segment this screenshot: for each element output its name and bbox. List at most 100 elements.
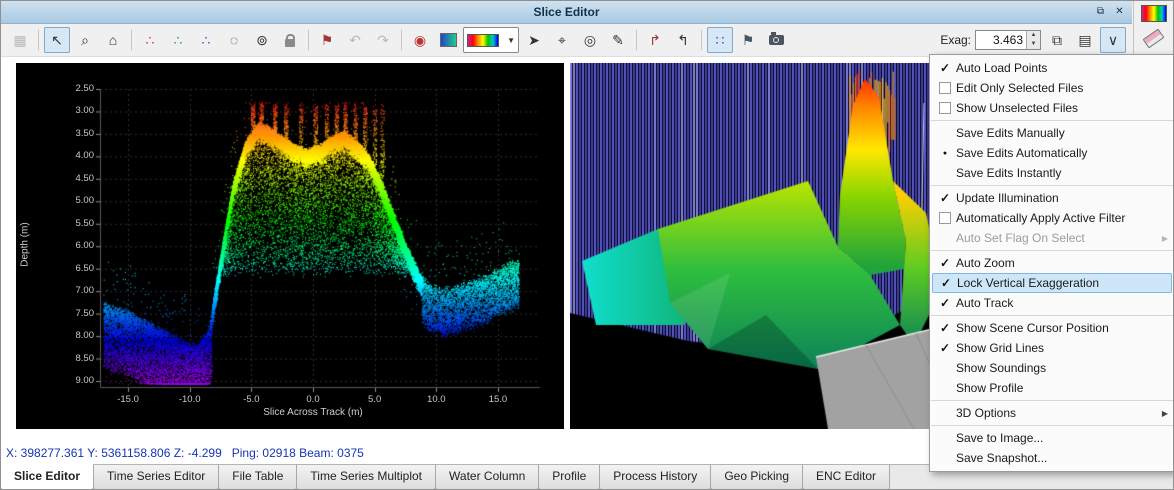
tab-file-table[interactable]: File Table — [218, 465, 297, 490]
save-view-icon: ▤ — [1078, 33, 1091, 47]
tab-slice-editor[interactable]: Slice Editor — [0, 464, 94, 490]
menu-item-label: Automatically Apply Active Filter — [956, 211, 1168, 225]
toolbar-separator — [131, 30, 132, 50]
menu-item-show-grid-lines[interactable]: ✓Show Grid Lines — [930, 338, 1174, 358]
float-window-button[interactable]: ⧉ — [1092, 4, 1109, 19]
menu-item-show-soundings[interactable]: Show Soundings — [930, 358, 1174, 378]
pick-point-button[interactable]: ➤ — [521, 27, 547, 53]
pick-area-button[interactable]: ⌖ — [549, 27, 575, 53]
y-tick-label: 7.00 — [60, 285, 94, 296]
flag-tool-button[interactable]: ⚑ — [314, 27, 340, 53]
menu-item-lock-vertical-exaggeration[interactable]: ✓Lock Vertical Exaggeration — [932, 273, 1172, 293]
exag-spinbox[interactable]: 3.463 ▲ ▼ — [975, 30, 1041, 50]
x-axis-label: Slice Across Track (m) — [233, 407, 393, 418]
slice-2d-panel: Depth (m) Slice Across Track (m) 2.503.0… — [16, 63, 564, 429]
y-tick-label: 8.00 — [60, 330, 94, 341]
grow-selection-button[interactable]: ⊚ — [249, 27, 275, 53]
menu-separator — [931, 185, 1173, 186]
copy-view-button[interactable]: ⧉ — [1044, 27, 1070, 53]
slice-menu-button[interactable]: ∨ — [1100, 27, 1126, 53]
menu-item-edit-only-selected-files[interactable]: Edit Only Selected Files — [930, 78, 1174, 98]
menu-item-label: Update Illumination — [956, 191, 1168, 205]
menu-item-auto-track[interactable]: ✓Auto Track — [930, 293, 1174, 313]
colormap-mini-button[interactable] — [435, 27, 461, 53]
menu-item-show-scene-cursor-position[interactable]: ✓Show Scene Cursor Position — [930, 318, 1174, 338]
menu-item-label: Save Edits Instantly — [956, 166, 1168, 180]
y-axis-label: Depth (m) — [20, 170, 31, 320]
exag-decrement-button[interactable]: ▼ — [1027, 40, 1040, 49]
menu-item-show-unselected-files[interactable]: Show Unselected Files — [930, 98, 1174, 118]
accept-points-icon: ∴ — [174, 33, 183, 47]
pick-point-icon: ➤ — [528, 33, 540, 47]
checkbox-empty-icon — [934, 102, 956, 114]
menu-item-label: Auto Zoom — [956, 256, 1168, 270]
lasso-select-icon: ◌ — [230, 33, 238, 47]
copy-view-icon: ⧉ — [1052, 33, 1062, 47]
show-flags-button[interactable]: ⚑ — [735, 27, 761, 53]
measure-button[interactable]: ✎ — [605, 27, 631, 53]
add-sounding-button[interactable]: ◉ — [407, 27, 433, 53]
zoom-button[interactable]: ⌕ — [72, 27, 98, 53]
exag-increment-button[interactable]: ▲ — [1027, 31, 1040, 40]
menu-item-update-illumination[interactable]: ✓Update Illumination — [930, 188, 1174, 208]
exag-label: Exag: — [940, 33, 971, 47]
colormap-gradient-icon — [467, 34, 499, 47]
right-edge-strip — [1133, 1, 1174, 57]
menu-item-auto-zoom[interactable]: ✓Auto Zoom — [930, 253, 1174, 273]
y-tick-label: 4.50 — [60, 173, 94, 184]
y-tick-label: 9.00 — [60, 375, 94, 386]
checkbox-empty-icon — [934, 82, 956, 94]
menu-item-show-profile[interactable]: Show Profile — [930, 378, 1174, 398]
step-back-icon: ↰ — [677, 33, 689, 47]
y-tick-label: 5.50 — [60, 218, 94, 229]
x-tick-label: -15.0 — [110, 394, 146, 405]
menu-item-save-edits-automatically[interactable]: ●Save Edits Automatically — [930, 143, 1174, 163]
menu-item-automatically-apply-active-filter[interactable]: Automatically Apply Active Filter — [930, 208, 1174, 228]
tab-enc-editor[interactable]: ENC Editor — [802, 465, 890, 490]
highlight-point-button[interactable]: ◎ — [577, 27, 603, 53]
pick-area-icon: ⌖ — [558, 33, 566, 47]
tab-time-series-editor[interactable]: Time Series Editor — [93, 465, 219, 490]
menu-item-save-snapshot[interactable]: Save Snapshot... — [930, 448, 1174, 468]
menu-item-label: Edit Only Selected Files — [956, 81, 1168, 95]
main-toolbar: ▦↖⌕⌂∴∴∴◌⊚⚑↶↷◉▼➤⌖◎✎↱↰∷⚑ Exag: 3.463 ▲ ▼ ⧉… — [1, 24, 1132, 57]
restore-points-button[interactable]: ∴ — [193, 27, 219, 53]
show-soundings-button[interactable]: ∷ — [707, 27, 733, 53]
tab-process-history[interactable]: Process History — [599, 465, 711, 490]
colormap-panel-icon[interactable] — [1141, 5, 1167, 22]
menu-item-save-edits-instantly[interactable]: Save Edits Instantly — [930, 163, 1174, 183]
home-view-icon: ⌂ — [109, 33, 117, 47]
reject-points-button[interactable]: ∴ — [137, 27, 163, 53]
select-cursor-button[interactable]: ↖ — [44, 27, 70, 53]
tab-profile[interactable]: Profile — [538, 465, 600, 490]
eraser-panel-icon[interactable] — [1143, 29, 1165, 49]
home-view-button[interactable]: ⌂ — [100, 27, 126, 53]
menu-item-auto-load-points[interactable]: ✓Auto Load Points — [930, 58, 1174, 78]
show-flags-icon: ⚑ — [742, 33, 755, 47]
add-sounding-icon: ◉ — [414, 33, 426, 47]
menu-item-3d-options[interactable]: 3D Options▶ — [930, 403, 1174, 423]
step-forward-button[interactable]: ↱ — [642, 27, 668, 53]
menu-item-save-edits-manually[interactable]: Save Edits Manually — [930, 123, 1174, 143]
tab-water-column[interactable]: Water Column — [435, 465, 539, 490]
save-view-button[interactable]: ▤ — [1072, 27, 1098, 53]
tab-time-series-multiplot[interactable]: Time Series Multiplot — [296, 465, 436, 490]
close-button[interactable]: ✕ — [1111, 4, 1128, 19]
colormap-select[interactable]: ▼ — [463, 27, 519, 53]
step-back-button[interactable]: ↰ — [670, 27, 696, 53]
lock-selection-button[interactable] — [277, 27, 303, 53]
menu-item-save-to-image[interactable]: Save to Image... — [930, 428, 1174, 448]
toolbar-right: ⧉ ▤ ∨ — [1043, 27, 1127, 53]
y-tick-label: 2.50 — [60, 83, 94, 94]
lasso-select-button[interactable]: ◌ — [221, 27, 247, 53]
slice-scatter-canvas[interactable] — [16, 63, 564, 429]
cursor-position-readout: X: 398277.361 Y: 5361158.806 Z: -4.299 P… — [6, 446, 364, 460]
y-tick-label: 7.50 — [60, 308, 94, 319]
tab-geo-picking[interactable]: Geo Picking — [710, 465, 803, 490]
titlebar[interactable]: Slice Editor ⧉ ✕ — [1, 1, 1132, 24]
exag-value[interactable]: 3.463 — [976, 31, 1026, 49]
menu-item-label: Lock Vertical Exaggeration — [957, 276, 1167, 290]
camera-icon — [769, 35, 784, 45]
snapshot-button[interactable] — [763, 27, 789, 53]
accept-points-button[interactable]: ∴ — [165, 27, 191, 53]
